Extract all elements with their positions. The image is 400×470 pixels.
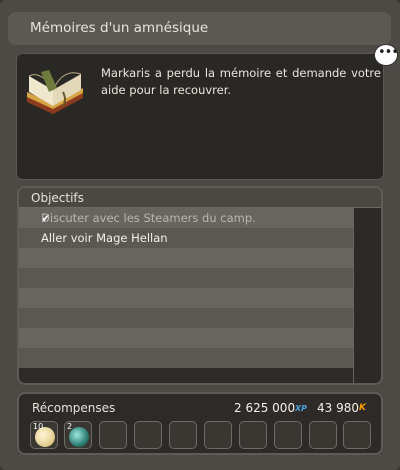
kamas-icon: K — [359, 403, 366, 413]
empty-row — [19, 248, 353, 268]
empty-row — [19, 288, 353, 308]
reward-slot[interactable]: 10 — [30, 421, 58, 449]
xp-icon: XP — [295, 404, 308, 413]
objectives-header: Objectifs — [19, 188, 381, 208]
empty-row — [19, 328, 353, 348]
objective-label: Aller voir Mage Hellan — [41, 231, 168, 245]
quest-description-box: Markaris a perdu la mémoire et demande v… — [16, 53, 384, 180]
reward-slot[interactable]: 2 — [64, 421, 92, 449]
objective-label: Discuter avec les Steamers du camp. — [41, 211, 256, 225]
quest-description-text: Markaris a perdu la mémoire et demande v… — [101, 66, 381, 97]
empty-row — [19, 348, 353, 368]
slot-quantity: 2 — [67, 422, 73, 431]
rewards-panel: Récompenses 2 625 000 XP 43 980 K 10 2 — [17, 392, 383, 455]
objectives-title: Objectifs — [31, 191, 84, 205]
reward-slot-empty[interactable] — [274, 421, 302, 449]
empty-row — [19, 308, 353, 328]
open-book-icon — [27, 70, 83, 114]
reward-slot-empty[interactable] — [99, 421, 127, 449]
reward-slot-empty[interactable] — [239, 421, 267, 449]
objectives-scrollbar[interactable] — [353, 208, 381, 383]
quest-window: Mémoires d'un amnésique Markaris a perdu… — [0, 0, 400, 470]
title-bar: Mémoires d'un amnésique — [8, 12, 391, 45]
xp-amount: 2 625 000 — [234, 401, 296, 415]
rewards-title: Récompenses — [32, 401, 116, 415]
reward-slot-empty[interactable] — [204, 421, 232, 449]
chat-bubble-icon[interactable]: ••• — [374, 44, 399, 66]
objectives-list: ✔ Discuter avec les Steamers du camp. Al… — [19, 208, 353, 368]
window-title: Mémoires d'un amnésique — [30, 20, 209, 36]
reward-slot-empty[interactable] — [134, 421, 162, 449]
objective-item[interactable]: Aller voir Mage Hellan — [19, 228, 353, 248]
reward-slot-empty[interactable] — [343, 421, 371, 449]
slot-quantity: 10 — [33, 422, 44, 431]
objectives-panel: Objectifs ✔ Discuter avec les Steamers d… — [17, 186, 383, 385]
objective-item[interactable]: ✔ Discuter avec les Steamers du camp. — [19, 208, 353, 228]
reward-slot-empty[interactable] — [169, 421, 197, 449]
reward-slot-empty[interactable] — [309, 421, 337, 449]
empty-row — [19, 268, 353, 288]
kamas-amount: 43 980 — [317, 401, 359, 415]
